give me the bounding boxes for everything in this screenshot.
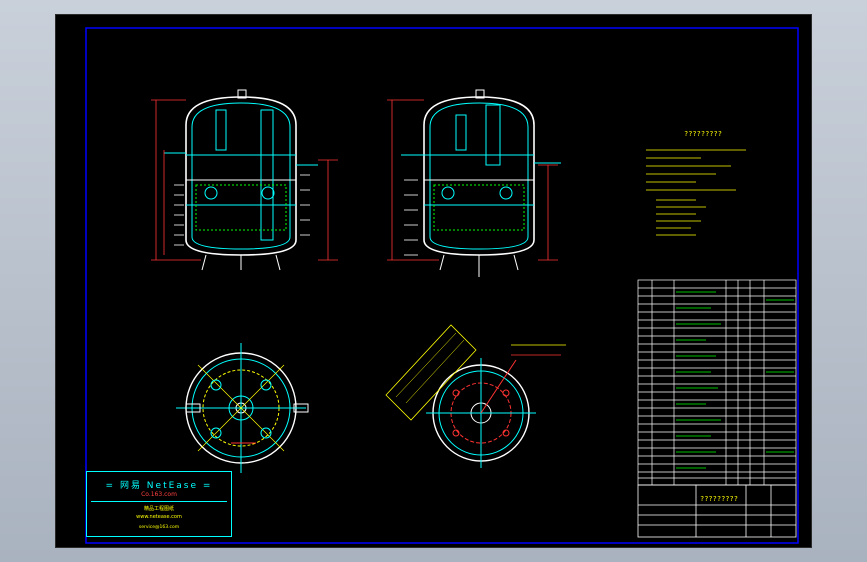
watermark-logo: = 网易 NetEase = Co.163.com 精品工程图纸 www.net…	[86, 471, 232, 537]
technical-notes	[646, 149, 746, 236]
logo-line-1: 精品工程图纸	[143, 506, 174, 512]
logo-site: Co.163.com	[141, 491, 177, 498]
notes-title: ?????????	[684, 130, 722, 138]
logo-line-3: service@163.com	[138, 525, 180, 530]
title-block-label: ?????????	[700, 495, 738, 503]
section-view-right	[385, 324, 566, 468]
dimension-ticks-right	[404, 179, 418, 256]
vessel-elevation-right	[401, 89, 561, 277]
logo-divider	[91, 501, 227, 502]
title-block	[637, 484, 797, 538]
logo-line-2: www.netease.com	[136, 514, 182, 520]
cad-canvas	[85, 27, 799, 544]
drawing-sheet: ????????? ????????? = 网易 NetEase = Co.16…	[55, 14, 812, 548]
plan-view-left	[176, 343, 309, 473]
parts-list-table	[637, 279, 797, 486]
logo-brand: = 网易 NetEase =	[105, 481, 213, 491]
vessel-elevation-left	[164, 89, 318, 271]
drawing-frame	[85, 27, 799, 544]
parts-list-entries	[676, 291, 794, 469]
